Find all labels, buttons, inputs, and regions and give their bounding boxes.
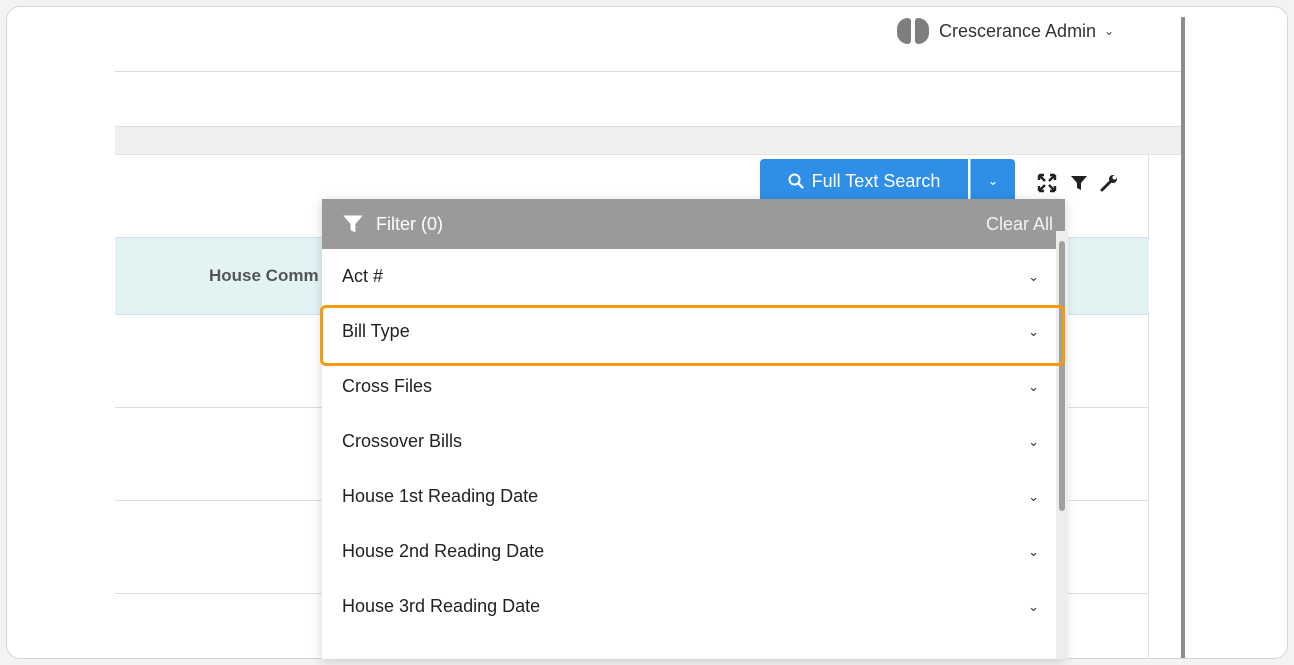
filter-header: Filter (0) Clear All bbox=[322, 199, 1065, 249]
filter-icon bbox=[343, 215, 363, 233]
full-text-search-label: Full Text Search bbox=[811, 170, 941, 191]
user-name: Crescerance Admin bbox=[939, 20, 1097, 41]
filter-item-house-2nd-reading-date[interactable]: House 2nd Reading Date ⌄ bbox=[322, 524, 1065, 579]
filter-item-label: House 2nd Reading Date bbox=[342, 541, 545, 561]
avatar bbox=[897, 18, 929, 44]
search-options-dropdown[interactable]: ⌄ bbox=[970, 159, 1015, 203]
filter-list: Act # ⌄ Bill Type ⌄ Cross Files ⌄ Crosso… bbox=[322, 249, 1065, 634]
full-text-search-button[interactable]: Full Text Search bbox=[760, 159, 968, 203]
filter-item-label: House 1st Reading Date bbox=[342, 486, 539, 506]
filter-item-crossover-bills[interactable]: Crossover Bills ⌄ bbox=[322, 414, 1065, 469]
chevron-down-icon: ⌄ bbox=[1028, 268, 1039, 284]
search-icon bbox=[788, 173, 804, 189]
user-menu[interactable]: Crescerance Admin ⌄ bbox=[897, 15, 1114, 47]
expand-icon[interactable] bbox=[1036, 172, 1058, 194]
filter-item-label: Crossover Bills bbox=[342, 431, 463, 451]
filter-title: Filter (0) bbox=[376, 213, 443, 234]
filter-item-act-number[interactable]: Act # ⌄ bbox=[322, 249, 1065, 304]
filter-scrollbar[interactable] bbox=[1056, 231, 1068, 659]
wrench-icon[interactable] bbox=[1098, 172, 1120, 194]
page-scrollbar[interactable] bbox=[1181, 17, 1185, 658]
filter-item-house-1st-reading-date[interactable]: House 1st Reading Date ⌄ bbox=[322, 469, 1065, 524]
chevron-down-icon: ⌄ bbox=[987, 173, 999, 188]
column-header-house-committee[interactable]: House Comm bbox=[209, 266, 319, 286]
filter-icon[interactable] bbox=[1068, 172, 1090, 194]
filter-dropdown: Filter (0) Clear All Act # ⌄ Bill Type ⌄… bbox=[322, 199, 1065, 659]
filter-scrollbar-thumb[interactable] bbox=[1059, 241, 1065, 511]
chevron-down-icon: ⌄ bbox=[1028, 378, 1039, 394]
filter-item-label: Act # bbox=[342, 266, 384, 286]
filter-item-label: Bill Type bbox=[342, 321, 410, 341]
filter-item-house-3rd-reading-date[interactable]: House 3rd Reading Date ⌄ bbox=[322, 579, 1065, 634]
chevron-down-icon: ⌄ bbox=[1028, 543, 1039, 559]
filter-item-label: House 3rd Reading Date bbox=[342, 596, 541, 616]
clear-all-button[interactable]: Clear All bbox=[986, 214, 1053, 235]
filter-item-label: Cross Files bbox=[342, 376, 433, 396]
filter-item-bill-type[interactable]: Bill Type ⌄ bbox=[322, 304, 1065, 359]
chevron-down-icon: ⌄ bbox=[1028, 323, 1039, 339]
chevron-down-icon: ⌄ bbox=[1028, 433, 1039, 449]
chevron-down-icon: ⌄ bbox=[1028, 598, 1039, 614]
divider bbox=[115, 71, 1181, 72]
chevron-down-icon: ⌄ bbox=[1028, 488, 1039, 504]
toolbar-band bbox=[115, 127, 1183, 155]
filter-item-cross-files[interactable]: Cross Files ⌄ bbox=[322, 359, 1065, 414]
chevron-down-icon: ⌄ bbox=[1104, 24, 1115, 38]
